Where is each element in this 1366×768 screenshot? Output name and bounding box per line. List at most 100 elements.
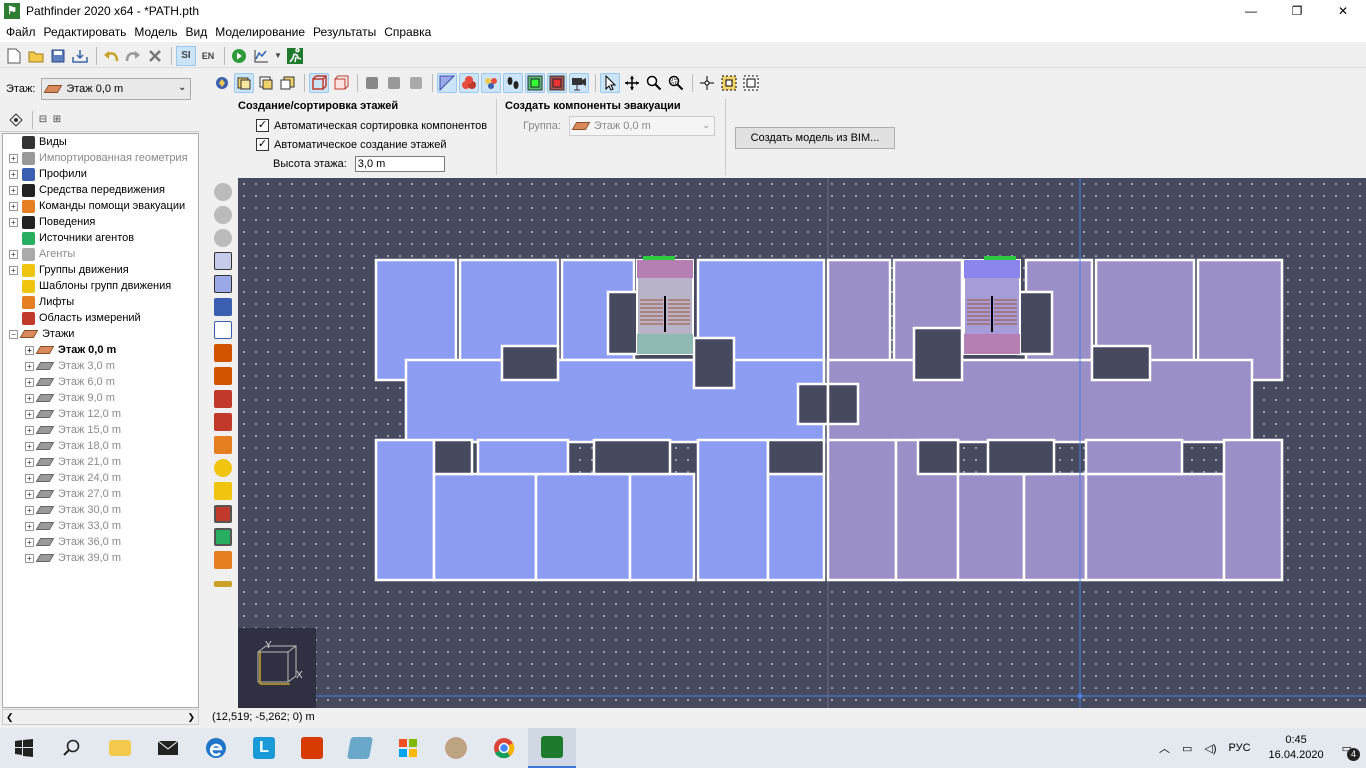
select-tool-icon[interactable] <box>600 73 620 93</box>
show-navmesh-icon[interactable] <box>437 73 457 93</box>
waypoint-icon[interactable] <box>214 551 232 569</box>
mail-icon[interactable] <box>144 728 192 768</box>
tree-item[interactable]: Область измерений <box>3 310 198 326</box>
expand-icon[interactable]: + <box>25 553 34 563</box>
tree-scrollbar[interactable]: ❮ ❯ <box>2 709 199 725</box>
open-folder-icon[interactable] <box>26 46 46 66</box>
save-icon[interactable] <box>48 46 68 66</box>
office-icon[interactable] <box>288 728 336 768</box>
tree-item[interactable]: + Профили <box>3 166 198 182</box>
collapse-icon[interactable]: − <box>9 329 18 339</box>
network-icon[interactable]: ▭ <box>1182 742 1192 755</box>
tree-item[interactable]: + Группы движения <box>3 262 198 278</box>
expand-icon[interactable]: + <box>9 265 18 275</box>
expand-icon[interactable]: + <box>25 489 34 499</box>
store-icon[interactable] <box>384 728 432 768</box>
delete-icon[interactable] <box>145 46 165 66</box>
show-cameras-icon[interactable] <box>569 73 589 93</box>
expand-icon[interactable]: + <box>25 505 34 515</box>
undo-icon[interactable] <box>101 46 121 66</box>
tree-item[interactable]: + Этаж 30,0 m <box>3 502 198 518</box>
show-all-floors-icon[interactable] <box>256 73 276 93</box>
volume-icon[interactable]: ◁) <box>1204 742 1216 755</box>
import-icon[interactable] <box>70 46 90 66</box>
show-behaviors-icon[interactable] <box>503 73 523 93</box>
measure-region-icon[interactable] <box>214 505 232 523</box>
results-viewer-icon[interactable] <box>285 46 305 66</box>
floor-height-input[interactable] <box>354 156 445 172</box>
menu-results[interactable]: Результаты <box>309 25 380 39</box>
menu-model[interactable]: Модель <box>130 25 181 39</box>
navigate-view-icon[interactable] <box>212 73 232 93</box>
redo-icon[interactable] <box>123 46 143 66</box>
pathfinder-icon[interactable] <box>528 728 576 768</box>
stair-up-icon[interactable] <box>214 390 232 408</box>
tree-item[interactable]: + Этаж 39,0 m <box>3 550 198 566</box>
en-units-button[interactable]: EN <box>198 46 218 66</box>
tree-item[interactable]: + Этаж 9,0 m <box>3 390 198 406</box>
expand-icon[interactable]: + <box>9 249 18 259</box>
chrome-icon[interactable] <box>480 728 528 768</box>
expand-icon[interactable]: + <box>25 393 34 403</box>
expand-icon[interactable]: + <box>9 169 18 179</box>
tree-filter-icon[interactable] <box>6 110 26 130</box>
expand-icon[interactable]: + <box>25 361 34 371</box>
scale-icon[interactable] <box>214 229 232 247</box>
ruler-icon[interactable] <box>214 581 232 587</box>
expand-icon[interactable]: + <box>25 377 34 387</box>
zoom-fit-icon[interactable] <box>741 73 761 93</box>
render-shaded-icon[interactable] <box>384 73 404 93</box>
clock[interactable]: 0:45 16.04.2020 <box>1263 733 1330 763</box>
tree-item[interactable]: Лифты <box>3 294 198 310</box>
zoom-tool-icon[interactable] <box>644 73 664 93</box>
tree-item[interactable]: Виды <box>3 134 198 150</box>
menu-simulation[interactable]: Моделирование <box>211 25 309 39</box>
run-simulation-icon[interactable] <box>229 46 249 66</box>
tree-item[interactable]: + Этаж 36,0 m <box>3 534 198 550</box>
results-chart-icon[interactable] <box>251 46 271 66</box>
chevron-down-icon[interactable]: ▼ <box>273 46 283 66</box>
move-icon[interactable] <box>214 183 232 201</box>
menu-edit[interactable]: Редактировать <box>40 25 131 39</box>
zoom-selected-icon[interactable] <box>719 73 739 93</box>
notifications-icon[interactable]: ▭ 4 <box>1342 742 1360 761</box>
auto-sort-checkbox[interactable]: ✓ Автоматическая сортировка компонентов <box>256 116 487 135</box>
tree-item[interactable]: − Этажи <box>3 326 198 342</box>
lync-icon[interactable]: L <box>240 728 288 768</box>
wireframe-view-icon[interactable] <box>309 73 329 93</box>
show-agents-icon[interactable] <box>459 73 479 93</box>
tree-item[interactable]: + Этаж 33,0 m <box>3 518 198 534</box>
chevron-up-icon[interactable]: ︿ <box>1159 740 1170 756</box>
floor-above-icon[interactable] <box>278 73 298 93</box>
si-units-button[interactable]: SI <box>176 45 196 66</box>
notes-icon[interactable] <box>336 728 384 768</box>
elevator-icon[interactable] <box>214 436 232 454</box>
auto-create-checkbox[interactable]: ✓ Автоматическое создание этажей <box>256 135 487 154</box>
rotate-icon[interactable] <box>214 206 232 224</box>
solid-view-icon[interactable] <box>331 73 351 93</box>
tree-item[interactable]: + Этаж 6,0 m <box>3 374 198 390</box>
show-groups-icon[interactable] <box>481 73 501 93</box>
expand-all-icon[interactable]: ⊞ <box>51 110 63 130</box>
expand-icon[interactable]: + <box>9 217 18 227</box>
tree-item[interactable]: + Этаж 27,0 m <box>3 486 198 502</box>
tree-item[interactable]: + Средства передвижения <box>3 182 198 198</box>
zoom-extents-icon[interactable] <box>697 73 717 93</box>
expand-icon[interactable]: + <box>9 201 18 211</box>
scroll-right-icon[interactable]: ❯ <box>187 712 195 723</box>
new-file-icon[interactable] <box>4 46 24 66</box>
language-indicator[interactable]: РУС <box>1229 742 1251 754</box>
tree-item[interactable]: + Этаж 3,0 m <box>3 358 198 374</box>
menu-help[interactable]: Справка <box>380 25 435 39</box>
floor-dropdown[interactable]: Этаж 0,0 m ⌄ <box>41 78 192 100</box>
expand-icon[interactable]: + <box>25 473 34 483</box>
expand-icon[interactable]: + <box>25 521 34 531</box>
expand-icon[interactable]: + <box>25 457 34 467</box>
tree-item[interactable]: + Этаж 21,0 m <box>3 454 198 470</box>
expand-icon[interactable]: + <box>9 185 18 195</box>
tree-item[interactable]: + Этаж 0,0 m <box>3 342 198 358</box>
tree-item[interactable]: + Команды помощи эвакуации <box>3 198 198 214</box>
zoom-box-icon[interactable] <box>666 73 686 93</box>
expand-icon[interactable]: + <box>25 409 34 419</box>
create-bim-model-button[interactable]: Создать модель из BIM... <box>735 127 895 149</box>
